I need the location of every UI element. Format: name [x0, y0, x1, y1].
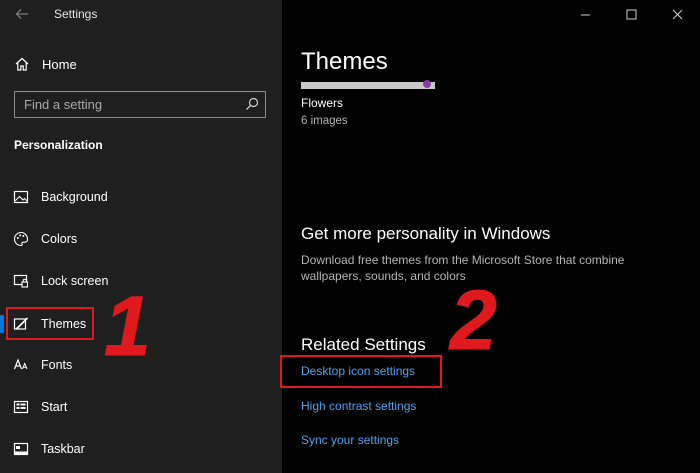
sidebar-item-label: Taskbar: [41, 442, 85, 456]
high-contrast-settings-link[interactable]: High contrast settings: [301, 399, 416, 413]
theme-preview[interactable]: [301, 80, 435, 89]
main-panel: Themes Flowers 6 images Get more persona…: [280, 0, 700, 473]
step-number-2: 2: [450, 273, 498, 367]
sidebar-item-label: Fonts: [41, 358, 73, 372]
taskbar-icon: [13, 442, 29, 456]
app-title: Settings: [54, 7, 98, 21]
search-input[interactable]: [15, 92, 235, 117]
theme-preview-accent: [423, 80, 431, 88]
maximize-icon: [626, 9, 636, 19]
desktop-icon-highlight-box: [280, 355, 442, 388]
picture-icon: [13, 190, 29, 204]
search-icon[interactable]: [245, 97, 259, 111]
theme-name: Flowers: [301, 96, 344, 110]
close-icon: [672, 9, 682, 19]
sidebar-item-start[interactable]: Start: [0, 392, 282, 422]
theme-image-count: 6 images: [301, 115, 348, 127]
back-arrow-icon[interactable]: [14, 6, 32, 22]
sidebar-item-label: Background: [41, 190, 108, 204]
sidebar-item-colors[interactable]: Colors: [0, 224, 282, 254]
active-indicator: [0, 315, 4, 333]
themes-highlight-box: [6, 307, 94, 340]
lock-screen-icon: [13, 274, 29, 288]
section-title: Personalization: [14, 138, 103, 152]
personality-heading: Get more personality in Windows: [301, 224, 551, 243]
home-label: Home: [42, 56, 77, 72]
sidebar-item-background[interactable]: Background: [0, 182, 282, 212]
step-number-1: 1: [104, 279, 152, 373]
page-title: Themes: [301, 48, 388, 75]
sidebar-item-label: Colors: [41, 232, 78, 246]
start-icon: [13, 400, 29, 414]
sidebar-item-label: Lock screen: [41, 274, 109, 288]
sidebar-item-label: Start: [41, 400, 68, 414]
palette-icon: [13, 231, 29, 247]
maximize-button[interactable]: [608, 0, 654, 28]
sidebar-item-taskbar[interactable]: Taskbar: [0, 434, 282, 464]
sidebar: Settings Home Personalization Background…: [0, 0, 282, 473]
fonts-icon: [13, 358, 28, 370]
related-settings-heading: Related Settings: [301, 335, 426, 354]
home-icon: [15, 57, 29, 71]
close-button[interactable]: [654, 0, 700, 28]
home-nav-item[interactable]: Home: [14, 54, 77, 74]
sync-settings-link[interactable]: Sync your settings: [301, 433, 399, 447]
minimize-button[interactable]: [562, 0, 608, 28]
minimize-icon: [580, 14, 590, 15]
window-controls: [562, 0, 700, 28]
search-box[interactable]: [14, 91, 266, 118]
